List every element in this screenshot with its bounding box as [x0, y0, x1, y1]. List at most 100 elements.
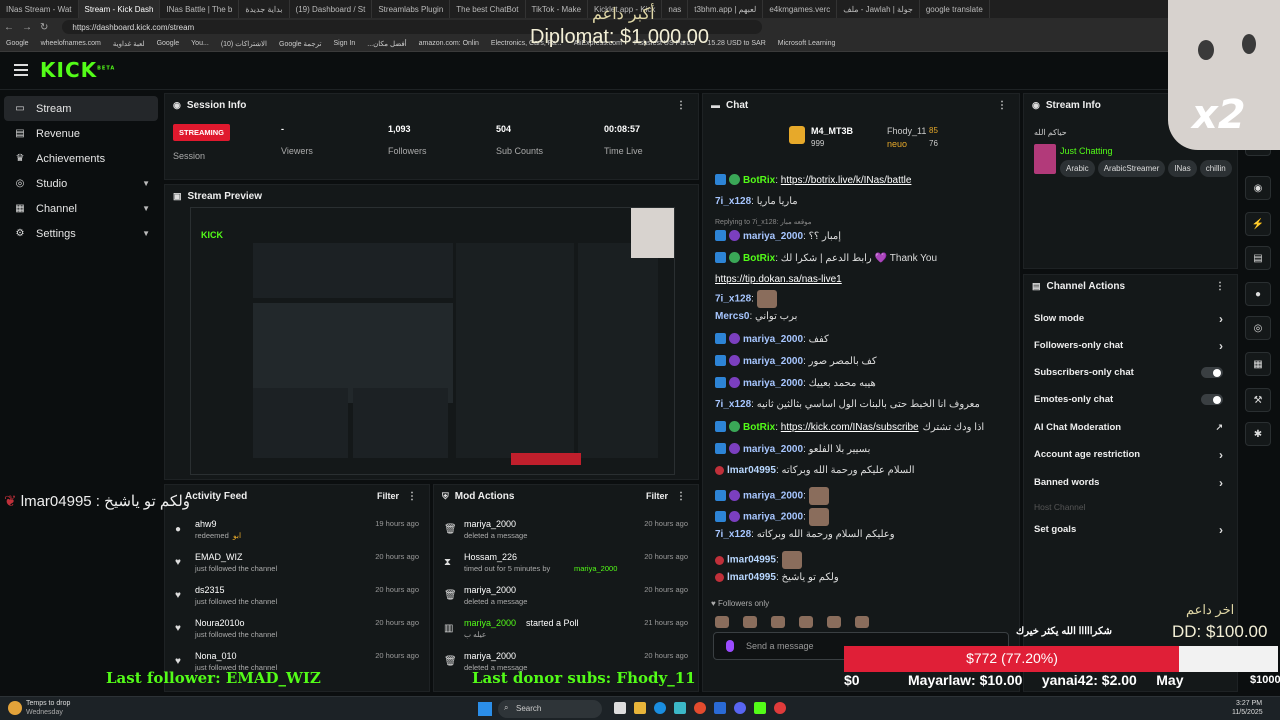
stream-tag[interactable]: Arabic [1060, 160, 1095, 177]
bookmark-item[interactable]: Microsoft Learning [772, 36, 842, 51]
chat-username[interactable]: mariya_2000 [743, 231, 803, 242]
chat-username[interactable]: lmar04995 [727, 465, 776, 476]
forward-icon[interactable]: → [22, 22, 32, 33]
bookmark-item[interactable]: wheelofnames.com [35, 36, 107, 51]
channel-action-subscribers-only-chat[interactable]: Subscribers-only chat [1024, 359, 1237, 386]
bookmark-item[interactable]: You... [185, 36, 215, 51]
chat-username[interactable]: 7i_x128 [715, 529, 751, 540]
chrome-icon[interactable] [774, 702, 786, 714]
chat-username[interactable]: BotRix [743, 253, 775, 264]
sidebar-item-revenue[interactable]: ▤ Revenue [0, 121, 162, 146]
stream-tag[interactable]: INas [1168, 160, 1197, 177]
settings-icon[interactable]: ✱ [1245, 422, 1271, 446]
filter-button[interactable]: Filter [377, 491, 399, 501]
browser-tab[interactable]: e4kmgames.verc [763, 0, 838, 18]
chat-username[interactable]: lmar04995 [727, 555, 776, 566]
browser-tab[interactable]: TikTok - Make [526, 0, 589, 18]
activity-username[interactable]: Nona_010 [195, 651, 237, 661]
chat-username[interactable]: BotRix [743, 422, 775, 433]
chat-username[interactable]: mariya_2000 [743, 378, 803, 389]
sidebar-item-studio[interactable]: ◎ Studio ▼ [0, 171, 162, 196]
explorer-icon[interactable] [634, 702, 646, 714]
channel-action-slow-mode[interactable]: Slow mode › [1024, 305, 1237, 332]
kick-app-icon[interactable] [754, 702, 766, 714]
bookmark-item[interactable]: 15.28 USD to SAR [701, 36, 771, 51]
sidebar-item-settings[interactable]: ⚙ Settings ▼ [0, 221, 162, 246]
chat-username[interactable]: mariya_2000 [743, 491, 803, 502]
store-icon[interactable] [674, 702, 686, 714]
kick-logo[interactable]: KICKBETA [40, 58, 115, 82]
taskview-icon[interactable] [614, 702, 626, 714]
target-icon[interactable]: ◉ [1245, 176, 1271, 200]
browser-tab[interactable]: (19) Dashboard / St [290, 0, 373, 18]
browser-tab[interactable]: t3bhm.app | لعبهم [688, 0, 764, 18]
sidebar-item-achievements[interactable]: ♛ Achievements [0, 146, 162, 171]
toggle-switch[interactable] [1201, 394, 1223, 405]
activity-username[interactable]: ds2315 [195, 585, 225, 595]
mod-username[interactable]: Hossam_226 [464, 552, 517, 562]
more-icon[interactable]: ⋮ [676, 100, 686, 111]
bookmark-item[interactable]: Google [151, 36, 186, 51]
stream-preview-video[interactable]: KICK [190, 207, 675, 475]
chat-username[interactable]: mariya_2000 [743, 334, 803, 345]
more-icon[interactable]: ⋮ [997, 100, 1007, 111]
windows-start-icon[interactable] [478, 702, 492, 716]
emote-bar[interactable] [715, 614, 1009, 628]
sidebar-item-channel[interactable]: ▦ Channel ▼ [0, 196, 162, 221]
bookmark-item[interactable]: (10) الاشتراكات [215, 36, 273, 51]
edge-icon[interactable] [654, 702, 666, 714]
more-icon[interactable]: ⋮ [676, 491, 686, 502]
browser-tab[interactable]: INas Stream - Wat [0, 0, 79, 18]
browser-tab[interactable]: The best ChatBot [450, 0, 526, 18]
lightning-icon[interactable]: ⚡ [1245, 212, 1271, 236]
mod-username[interactable]: mariya_2000 [464, 651, 516, 661]
bookmark-item[interactable]: لعبة غداوية [107, 36, 151, 51]
document-icon[interactable]: ▤ [1245, 246, 1271, 270]
channel-action-account-age-restriction[interactable]: Account age restriction › [1024, 441, 1237, 468]
bookmark-item[interactable]: Google ترجمة [273, 36, 327, 51]
channel-action-ai-chat-moderation[interactable]: AI Chat Moderation ↗ [1024, 414, 1237, 441]
mod-by-user[interactable]: mariya_2000 [574, 564, 617, 573]
chat-link[interactable]: https://kick.com/INas/subscribe [781, 422, 919, 433]
toggle-switch[interactable] [1201, 367, 1223, 378]
chat-username[interactable]: 7i_x128 [715, 399, 751, 410]
sidebar-item-stream[interactable]: ▭ Stream [4, 96, 158, 121]
reload-icon[interactable]: ↻ [40, 22, 48, 33]
mod-username[interactable]: mariya_2000 [464, 618, 516, 628]
menu-icon[interactable] [14, 64, 28, 76]
channel-action-emotes-only-chat[interactable]: Emotes-only chat [1024, 386, 1237, 413]
mail-icon[interactable] [714, 702, 726, 714]
tool-icon[interactable]: ⚒ [1245, 388, 1271, 412]
channel-action-set-goals[interactable]: Set goals › [1024, 516, 1237, 543]
mod-username[interactable]: mariya_2000 [464, 585, 516, 595]
chat-link[interactable]: https://tip.dokan.sa/nas-live1 [715, 274, 842, 285]
activity-username[interactable]: EMAD_WIZ [195, 552, 243, 562]
more-icon[interactable]: ⋮ [407, 491, 417, 502]
brave-icon[interactable] [694, 702, 706, 714]
stream-tag[interactable]: ArabicStreamer [1097, 160, 1166, 177]
chat-bubble-icon[interactable]: ● [1245, 282, 1271, 306]
bookmark-item[interactable]: Sign In [327, 36, 361, 51]
bookmark-item[interactable]: amazon.com: Onlin [413, 36, 485, 51]
browser-tab[interactable]: google translate [920, 0, 990, 18]
browser-tab[interactable]: بداية جديدة [239, 0, 290, 18]
browser-tab[interactable]: Stream - Kick Dash [78, 0, 161, 18]
bookmark-item[interactable]: Google [0, 36, 35, 51]
chat-username[interactable]: lmar04995 [727, 572, 776, 583]
broadcast-icon[interactable]: ◎ [1245, 316, 1271, 340]
chat-username[interactable]: mariya_2000 [743, 512, 803, 523]
layout-icon[interactable]: ▦ [1245, 352, 1271, 376]
chat-username[interactable]: mariya_2000 [743, 356, 803, 367]
bookmark-item[interactable]: ...أفضل مكان [361, 36, 412, 51]
browser-tab[interactable]: Streamlabs Plugin [372, 0, 451, 18]
browser-tab[interactable]: nas [662, 0, 689, 18]
chat-username[interactable]: mariya_2000 [743, 444, 803, 455]
taskbar-search[interactable]: ⌕ Search [498, 700, 602, 718]
stream-tag[interactable]: chillin [1199, 160, 1232, 177]
back-icon[interactable]: ← [4, 22, 14, 33]
chat-username[interactable]: 7i_x128 [715, 196, 751, 207]
channel-action-followers-only-chat[interactable]: Followers-only chat › [1024, 332, 1237, 359]
browser-tab[interactable]: INas Battle | The b [160, 0, 240, 18]
browser-tab[interactable]: ملف - Jawlah | جولة [837, 0, 920, 18]
more-icon[interactable]: ⋮ [1215, 281, 1225, 292]
